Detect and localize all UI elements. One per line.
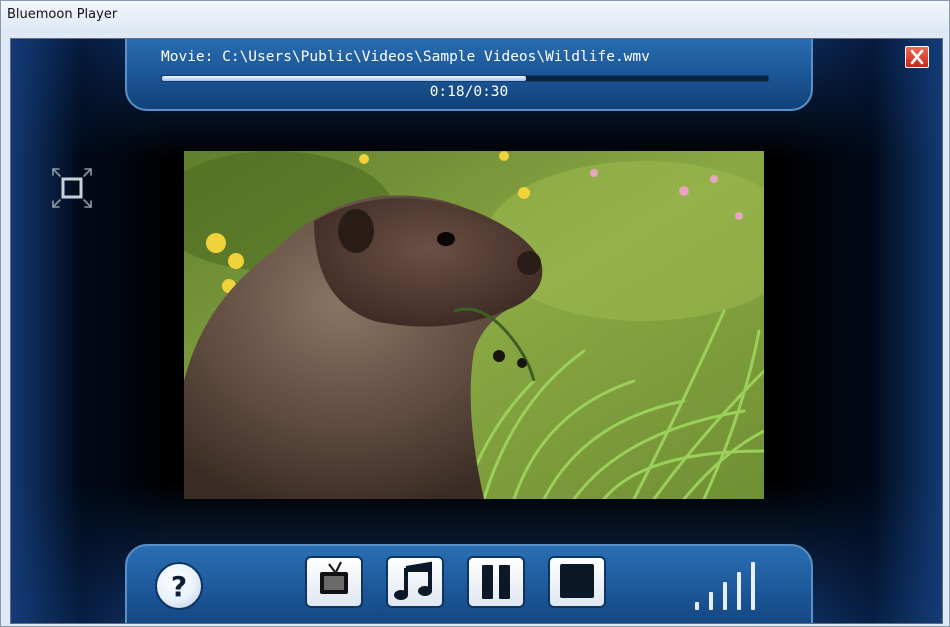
movie-path-label: Movie: C:\Users\Public\Videos\Sample Vid…	[161, 49, 650, 65]
video-frame[interactable]	[184, 151, 764, 499]
pause-button[interactable]	[467, 556, 525, 608]
video-image	[184, 151, 764, 499]
fullscreen-button[interactable]	[51, 167, 93, 209]
help-button[interactable]: ?	[155, 562, 203, 610]
volume-bar[interactable]	[723, 582, 727, 610]
time-display: 0:18/0:30	[429, 84, 509, 100]
app-window: Bluemoon Player Movie: C:\Users\Public\V…	[0, 0, 950, 627]
tv-icon	[320, 561, 348, 594]
audio-button[interactable]	[386, 556, 444, 608]
seek-bar[interactable]	[161, 75, 769, 82]
help-symbol: ?	[171, 570, 187, 603]
close-icon	[910, 49, 924, 65]
close-button[interactable]	[905, 46, 929, 68]
stop-button[interactable]	[548, 556, 606, 608]
pause-icon	[482, 565, 510, 599]
title-bar[interactable]: Bluemoon Player	[1, 1, 949, 33]
control-panel: ?	[125, 544, 813, 623]
volume-bar[interactable]	[709, 592, 713, 610]
volume-bar[interactable]	[737, 572, 741, 610]
tv-button[interactable]	[305, 556, 363, 608]
volume-bar[interactable]	[695, 602, 699, 610]
volume-bars-icon	[695, 562, 755, 610]
help-icon: ?	[171, 570, 187, 603]
volume-control[interactable]	[693, 558, 767, 612]
volume-bar[interactable]	[751, 562, 755, 610]
window-title: Bluemoon Player	[7, 7, 118, 22]
info-panel: Movie: C:\Users\Public\Videos\Sample Vid…	[125, 39, 813, 111]
stop-icon	[560, 564, 594, 598]
music-note-icon	[394, 561, 432, 600]
fullscreen-icon	[52, 168, 92, 208]
player-area: Movie: C:\Users\Public\Videos\Sample Vid…	[10, 38, 943, 624]
seek-bar-fill	[162, 76, 526, 81]
